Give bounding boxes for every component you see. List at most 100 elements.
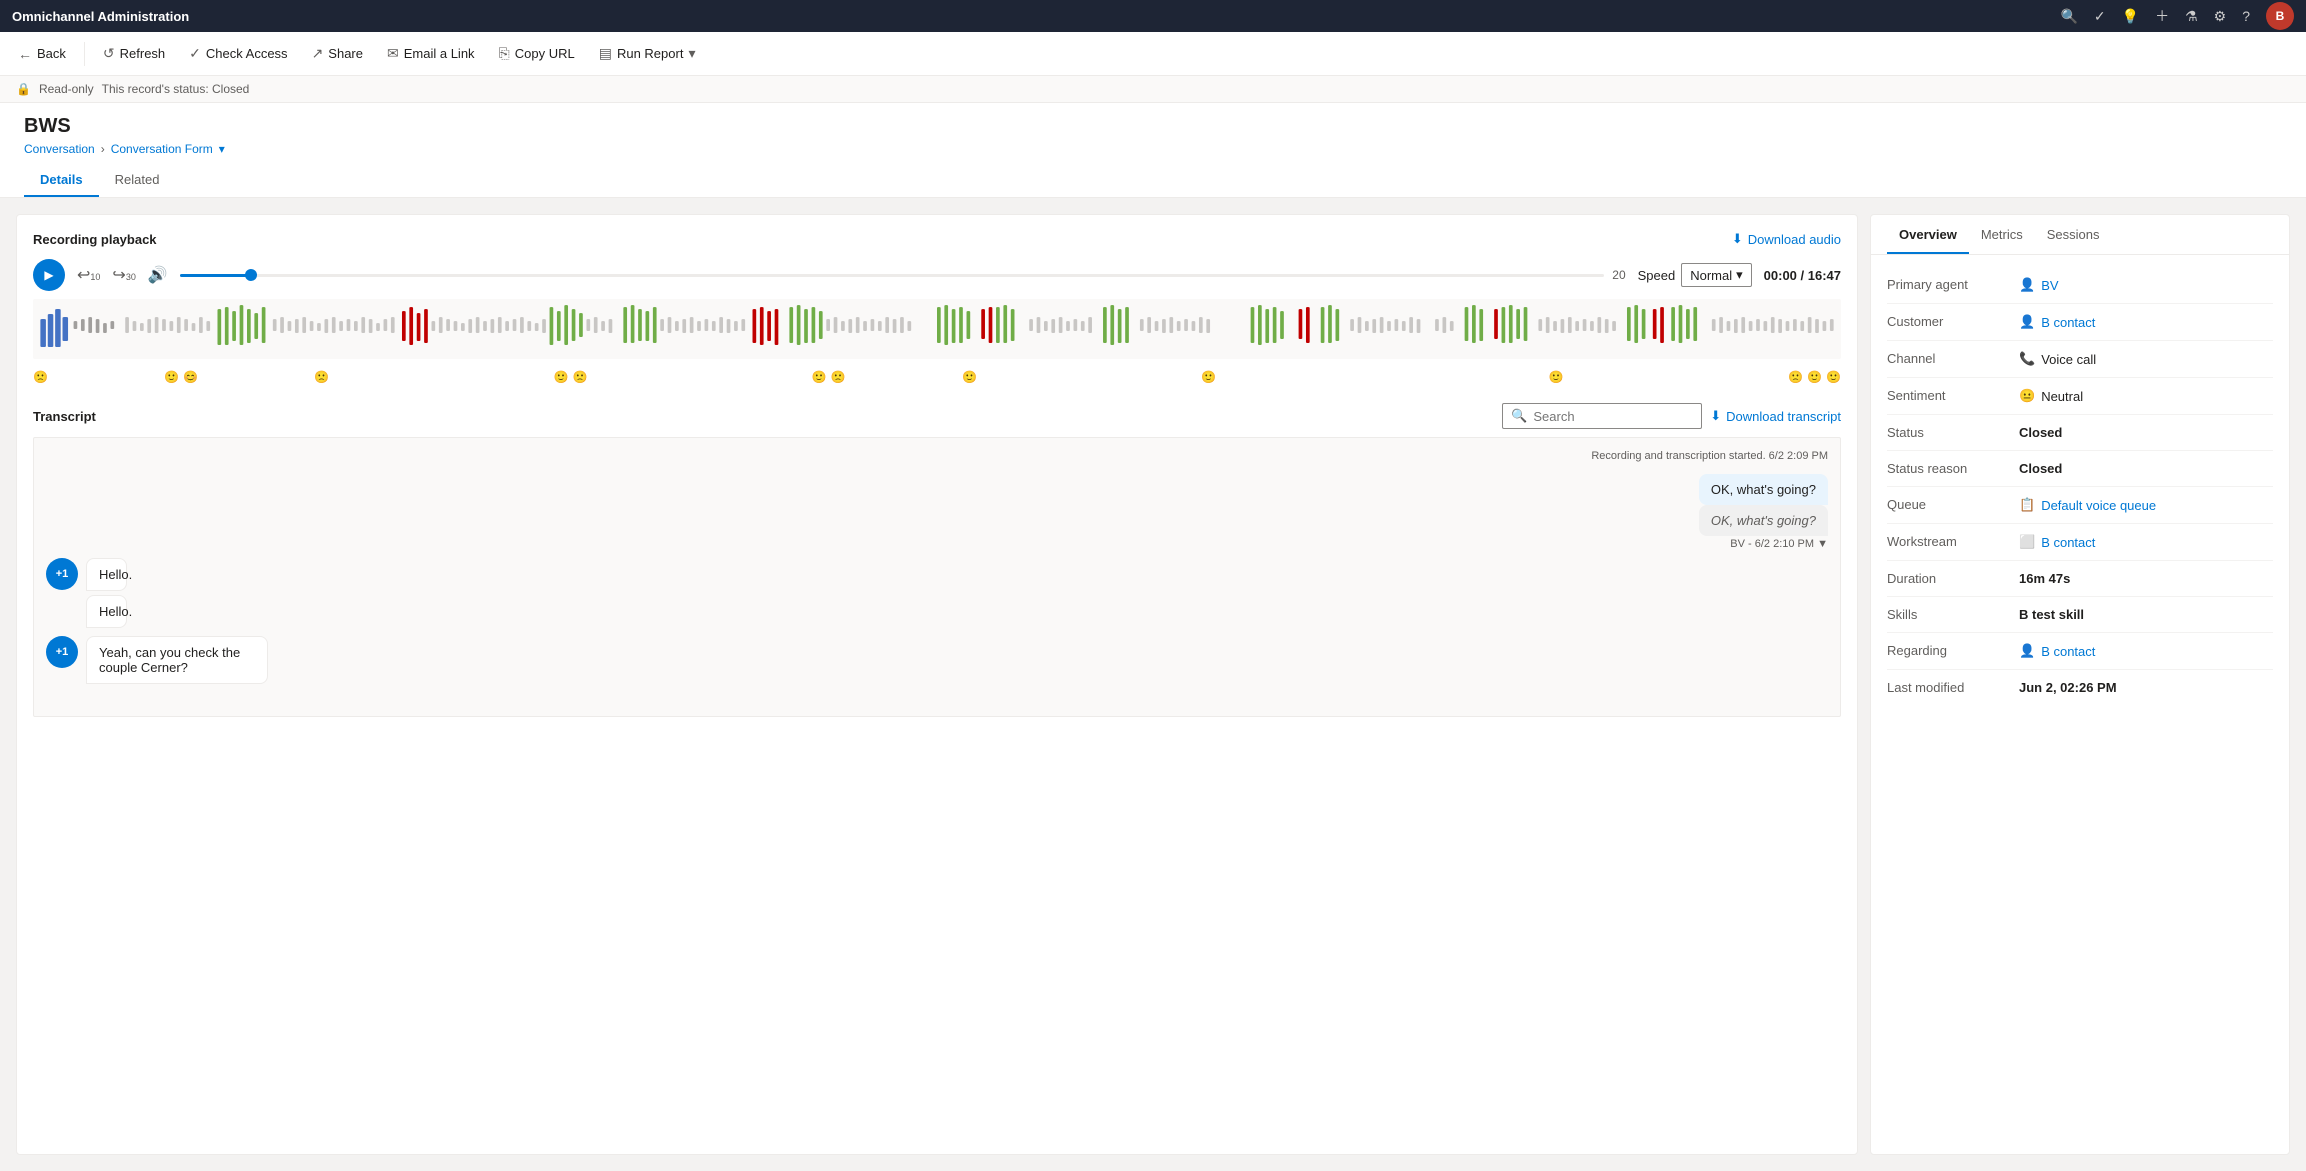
back-button[interactable]: ← Back [8, 41, 76, 67]
transcript-title: Transcript [33, 409, 96, 424]
sentiment-smile-icon-8: 🙂 [1807, 370, 1822, 384]
panel-tab-overview[interactable]: Overview [1887, 215, 1969, 254]
message-left-1: +1 Hello. Hello. [46, 558, 1828, 628]
copy-url-button[interactable]: ⎘ Copy URL [489, 40, 585, 67]
tab-details[interactable]: Details [24, 164, 99, 197]
email-link-button[interactable]: ✉ Email a Link [377, 40, 485, 67]
link-customer[interactable]: B contact [2041, 315, 2095, 330]
waveform-svg [33, 299, 1841, 347]
transcript-controls: 🔍 ⬇ Download transcript [1502, 403, 1841, 429]
sentiment-bar: 🙁 🙂 😊 🙁 🙂 🙁 🙂 🙁 🙂 🙂 🙂 🙁 🙂 🙂 [33, 367, 1841, 387]
panel-tab-sessions[interactable]: Sessions [2035, 215, 2112, 254]
breadcrumb-separator: › [101, 142, 105, 156]
info-row-duration: Duration 16m 47s [1887, 561, 2273, 597]
run-report-button[interactable]: ▤ Run Report ▾ [589, 40, 706, 67]
search-icon[interactable]: 🔍 [2060, 8, 2077, 25]
workstream-icon: ⬜ [2019, 534, 2035, 550]
chevron-down-icon: ▾ [688, 45, 695, 62]
info-row-channel: Channel 📞 Voice call [1887, 341, 2273, 378]
time-display: 00:00 / 16:47 [1764, 268, 1841, 283]
message-right-1: OK, what's going? OK, what's going? BV -… [46, 474, 1828, 550]
value-regarding: 👤 B contact [2019, 643, 2095, 659]
sentiment-smile-icon-4: 🙂 [812, 370, 827, 384]
skip-forward-button[interactable]: ↪30 [112, 265, 135, 285]
avatar-1: +1 [46, 558, 78, 590]
refresh-icon: ↺ [103, 45, 115, 62]
tab-related[interactable]: Related [99, 164, 176, 197]
main-content: Recording playback ⬇ Download audio ▶ ↩1… [0, 198, 2306, 1171]
share-icon: ↗ [312, 45, 324, 62]
info-row-skills: Skills B test skill [1887, 597, 2273, 633]
readonly-bar: 🔒 Read-only This record's status: Closed [0, 76, 2306, 103]
speed-select[interactable]: Normal ▾ [1681, 263, 1751, 287]
settings-icon[interactable]: ⚙ [2214, 8, 2227, 25]
plus-icon[interactable]: ＋ [2155, 6, 2169, 26]
speed-control: Speed Normal ▾ [1638, 263, 1752, 287]
sentiment-sad-icon-4: 🙁 [831, 370, 846, 384]
recording-title: Recording playback [33, 232, 157, 247]
info-row-sentiment: Sentiment 😐 Neutral [1887, 378, 2273, 415]
sentiment-smile-icon-2: 😊 [183, 370, 198, 384]
link-queue[interactable]: Default voice queue [2041, 498, 2156, 513]
info-row-queue: Queue 📋 Default voice queue [1887, 487, 2273, 524]
person-icon: 👤 [2019, 277, 2035, 293]
sentiment-smile-icon-7: 🙂 [1549, 370, 1564, 384]
value-status-reason: Closed [2019, 461, 2062, 476]
refresh-button[interactable]: ↺ Refresh [93, 40, 175, 67]
label-workstream: Workstream [1887, 534, 2007, 549]
download-icon: ⬇ [1710, 408, 1721, 424]
person-icon-regarding: 👤 [2019, 643, 2035, 659]
progress-bar-container: 20 [180, 268, 1626, 282]
transcript-timestamp: Recording and transcription started. 6/2… [46, 450, 1828, 462]
label-channel: Channel [1887, 351, 2007, 366]
page-header: BWS Conversation › Conversation Form ▾ D… [0, 103, 2306, 198]
info-row-primary-agent: Primary agent 👤 BV [1887, 267, 2273, 304]
transcript-search-input[interactable] [1533, 409, 1693, 424]
sentiment-smile-icon-9: 🙂 [1826, 370, 1841, 384]
share-button[interactable]: ↗ Share [302, 40, 373, 67]
command-bar: ← Back ↺ Refresh ✓ Check Access ↗ Share … [0, 32, 2306, 76]
chevron-down-icon[interactable]: ▾ [219, 142, 225, 156]
link-primary-agent[interactable]: BV [2041, 278, 2058, 293]
recording-header: Recording playback ⬇ Download audio [33, 231, 1841, 247]
filter-icon[interactable]: ⚗ [2185, 8, 2198, 25]
volume-button[interactable]: 🔊 [148, 265, 168, 285]
breadcrumb-form[interactable]: Conversation Form [111, 142, 213, 156]
lightbulb-icon[interactable]: 💡 [2122, 8, 2139, 25]
page-tabs: Details Related [24, 164, 2282, 197]
label-sentiment: Sentiment [1887, 388, 2007, 403]
back-icon: ← [18, 46, 32, 62]
transcript-search-box[interactable]: 🔍 [1502, 403, 1702, 429]
download-transcript-button[interactable]: ⬇ Download transcript [1710, 408, 1841, 424]
lock-icon: 🔒 [16, 82, 31, 96]
check-icon[interactable]: ✓ [2094, 8, 2106, 25]
report-icon: ▤ [599, 45, 612, 62]
panel-tab-metrics[interactable]: Metrics [1969, 215, 2035, 254]
label-queue: Queue [1887, 497, 2007, 512]
value-workstream: ⬜ B contact [2019, 534, 2095, 550]
progress-fill [180, 274, 251, 277]
copy-icon: ⎘ [499, 45, 510, 62]
user-avatar[interactable]: B [2266, 2, 2294, 30]
progress-track[interactable] [180, 274, 1605, 277]
bubble-ok-whats-going-sub: OK, what's going? [1699, 505, 1828, 536]
panel-tabs: Overview Metrics Sessions [1871, 215, 2289, 255]
sentiment-smile-icon-5: 🙂 [962, 370, 977, 384]
audio-controls: ▶ ↩10 ↪30 🔊 20 Speed Normal ▾ 00:00 / 16… [33, 259, 1841, 291]
link-workstream[interactable]: B contact [2041, 535, 2095, 550]
email-icon: ✉ [387, 45, 399, 62]
bubble-cerner: Yeah, can you check the couple Cerner? [86, 636, 268, 684]
help-icon[interactable]: ? [2242, 8, 2250, 24]
waveform-container [33, 299, 1841, 359]
breadcrumb-conversation[interactable]: Conversation [24, 142, 95, 156]
link-regarding[interactable]: B contact [2041, 644, 2095, 659]
play-button[interactable]: ▶ [33, 259, 65, 291]
value-status: Closed [2019, 425, 2062, 440]
label-duration: Duration [1887, 571, 2007, 586]
check-access-button[interactable]: ✓ Check Access [179, 40, 297, 67]
bubble-meta-1: BV - 6/2 2:10 PM ▼ [1730, 538, 1828, 550]
skip-back-button[interactable]: ↩10 [77, 265, 100, 285]
download-audio-button[interactable]: ⬇ Download audio [1732, 231, 1841, 247]
sentiment-smile-icon-6: 🙂 [1201, 370, 1216, 384]
bubble-hello-2: Hello. [86, 595, 127, 628]
